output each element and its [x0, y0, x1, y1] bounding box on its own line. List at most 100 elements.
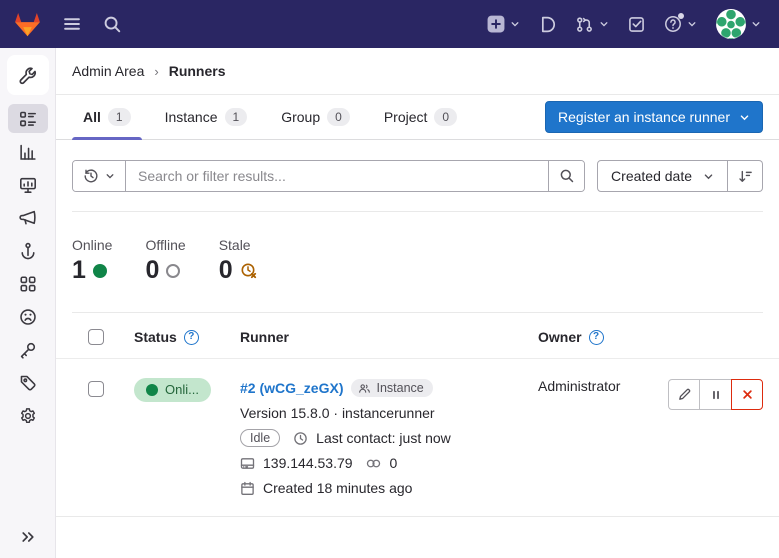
runner-stats: Online 1 Offline 0 Stale 0 [56, 212, 779, 312]
issues-icon[interactable] [539, 16, 556, 33]
runner-version-line: Version 15.8.0 · instancerunner [240, 403, 483, 423]
status-online-badge: Onli... [134, 378, 211, 402]
jobs-link-icon [365, 457, 382, 470]
breadcrumb-current-runners: Runners [169, 63, 226, 79]
sidebar-item-system-hooks[interactable] [8, 236, 48, 265]
sort-controls: Created date [597, 160, 763, 192]
calendar-icon [240, 481, 255, 496]
chevron-down-icon [599, 19, 609, 29]
pause-runner-button[interactable] [700, 379, 732, 410]
runner-table-row: Onli... #2 (wCG_zeGX) Instance Version 1… [56, 359, 779, 517]
pencil-icon [677, 387, 692, 402]
chart-icon [19, 143, 37, 161]
runner-name-link[interactable]: #2 (wCG_zeGX) [240, 380, 343, 396]
megaphone-icon [19, 209, 37, 227]
tab-all-count: 1 [108, 108, 131, 126]
sidebar-item-labels[interactable] [8, 368, 48, 397]
edit-runner-button[interactable] [668, 379, 700, 410]
double-chevron-right-icon [20, 529, 36, 545]
sort-direction-button[interactable] [728, 160, 763, 192]
hook-icon [19, 242, 37, 260]
monitor-icon [19, 176, 37, 194]
sidebar-item-overview[interactable] [8, 104, 48, 133]
hamburger-menu-icon[interactable] [62, 14, 82, 34]
stat-online: Online 1 [72, 237, 112, 285]
apps-grid-icon [19, 275, 37, 293]
sidebar-item-monitoring[interactable] [8, 170, 48, 199]
new-menu-button[interactable] [487, 15, 520, 33]
gitlab-logo-icon[interactable] [14, 12, 41, 37]
label-tag-icon [19, 374, 37, 392]
chevron-down-icon [105, 171, 115, 181]
online-dot-icon [146, 384, 158, 396]
wrench-icon [18, 66, 37, 85]
runner-tabs-bar: All 1 Instance 1 Group 0 Project 0 Regis… [56, 95, 779, 140]
admin-sidebar [0, 48, 56, 558]
admin-area-context[interactable] [7, 55, 49, 95]
sidebar-item-applications[interactable] [8, 269, 48, 298]
job-count: 0 [390, 455, 398, 471]
help-menu-button[interactable] [664, 15, 697, 33]
top-navbar [0, 0, 779, 48]
todos-icon[interactable] [628, 16, 645, 33]
history-icon [83, 168, 99, 184]
key-icon [19, 341, 37, 359]
clock-icon [293, 431, 308, 446]
runner-summary-cell: #2 (wCG_zeGX) Instance Version 15.8.0 · … [240, 378, 493, 498]
sidebar-item-messages[interactable] [8, 203, 48, 232]
tab-instance[interactable]: Instance 1 [154, 95, 259, 139]
breadcrumb-separator: › [154, 64, 158, 79]
tab-project[interactable]: Project 0 [373, 95, 468, 139]
column-status: Status [134, 329, 177, 345]
sidebar-item-analytics[interactable] [8, 137, 48, 166]
runner-type-badge: Instance [351, 379, 432, 397]
column-owner: Owner [538, 329, 582, 345]
last-contact-text: Last contact: just now [316, 430, 451, 446]
tab-instance-count: 1 [225, 108, 248, 126]
merge-requests-icon[interactable] [575, 16, 609, 33]
chevron-down-icon [510, 19, 520, 29]
sort-by-dropdown[interactable]: Created date [597, 160, 728, 192]
status-help-icon[interactable]: ? [184, 330, 199, 345]
pause-icon [709, 388, 723, 402]
delete-runner-button[interactable] [731, 379, 763, 410]
user-menu-button[interactable] [716, 9, 761, 39]
online-dot-icon [93, 264, 107, 278]
sidebar-item-settings[interactable] [8, 401, 48, 430]
tab-all[interactable]: All 1 [72, 95, 142, 139]
navbar-left [14, 12, 122, 37]
owner-help-icon[interactable]: ? [589, 330, 604, 345]
sidebar-item-deploy-keys[interactable] [8, 335, 48, 364]
sidebar-collapse-toggle[interactable] [0, 529, 55, 545]
sort-descending-icon [738, 169, 753, 184]
search-submit-button[interactable] [548, 161, 584, 191]
chevron-down-icon [703, 171, 714, 182]
notification-dot [678, 13, 684, 19]
select-all-checkbox[interactable] [88, 329, 104, 345]
tab-group[interactable]: Group 0 [270, 95, 361, 139]
runners-table-header: Status ? Runner Owner ? [56, 313, 779, 359]
owner-link[interactable]: Administrator [538, 378, 620, 394]
chevron-down-icon [739, 112, 750, 123]
avatar [716, 9, 746, 39]
search-filter-box [72, 160, 585, 192]
idle-state-badge: Idle [240, 429, 280, 447]
created-ago-text: Created 18 minutes ago [263, 480, 412, 496]
main-content: Admin Area › Runners All 1 Instance 1 Gr… [56, 48, 779, 558]
search-history-button[interactable] [73, 161, 126, 191]
runner-ip-address: 139.144.53.79 [263, 455, 353, 471]
chevron-down-icon [687, 19, 697, 29]
stale-clock-icon [240, 262, 258, 280]
register-instance-runner-button[interactable]: Register an instance runner [545, 101, 763, 133]
search-icon[interactable] [103, 15, 122, 34]
overview-icon [19, 110, 37, 128]
offline-ring-icon [166, 264, 180, 278]
gear-icon [19, 407, 37, 425]
stat-offline: Offline 0 [145, 237, 185, 285]
column-runner: Runner [240, 329, 493, 345]
navbar-right [487, 9, 761, 39]
search-input[interactable] [126, 161, 548, 191]
sidebar-item-abuse-reports[interactable] [8, 302, 48, 331]
row-checkbox[interactable] [88, 381, 104, 397]
breadcrumb-admin-area[interactable]: Admin Area [72, 63, 144, 79]
